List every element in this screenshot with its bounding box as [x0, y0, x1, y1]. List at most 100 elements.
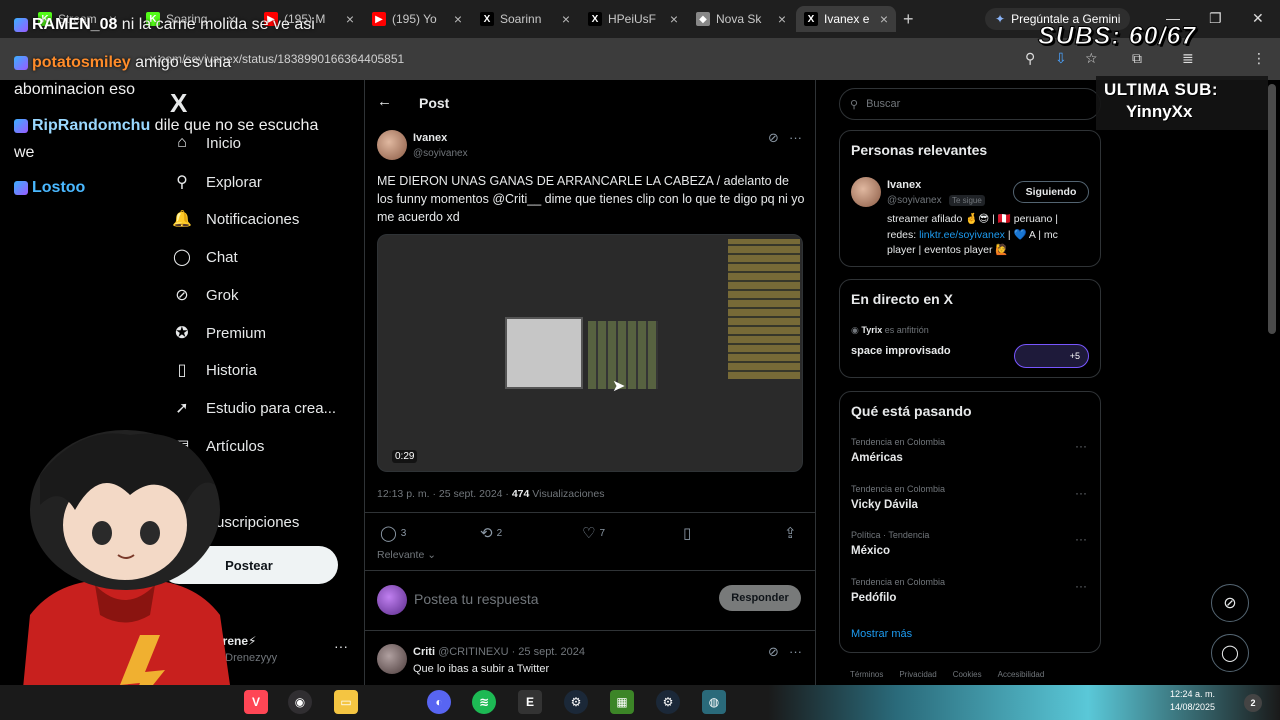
- folder-icon[interactable]: ▭: [334, 690, 358, 714]
- bookmark-action[interactable]: ▯: [683, 524, 691, 542]
- system-clock[interactable]: 12:24 a. m. 14/08/2025: [1170, 688, 1215, 714]
- tab-close-icon[interactable]: ×: [346, 11, 354, 27]
- nav-item-historia[interactable]: ▯ Historia: [172, 360, 257, 380]
- relevant-name[interactable]: Ivanex: [887, 179, 921, 191]
- tab-close-icon[interactable]: ×: [670, 11, 678, 27]
- reply-avatar[interactable]: [377, 644, 407, 674]
- minecraft-icon[interactable]: ▦: [610, 690, 634, 714]
- trend-name[interactable]: Vicky Dávila: [851, 499, 918, 511]
- browser-tab[interactable]: X Ivanex e ×: [796, 6, 896, 32]
- extensions-icon[interactable]: ⧉: [1132, 50, 1142, 67]
- trend-name[interactable]: Pedófilo: [851, 592, 896, 604]
- epic-games-icon[interactable]: E: [518, 690, 542, 714]
- reply-grok-icon[interactable]: ⊘: [768, 644, 779, 660]
- nav-item-notificaciones[interactable]: 🔔 Notificaciones: [172, 209, 299, 229]
- chat-message: we: [14, 144, 34, 162]
- reply-text: Que lo ibas a subir a Twitter: [413, 663, 550, 675]
- video-player[interactable]: 0:29: [377, 234, 803, 472]
- obs-icon[interactable]: ◉: [288, 690, 312, 714]
- page-scrollbar[interactable]: [1268, 84, 1276, 334]
- zoom-icon[interactable]: ⚲: [1025, 50, 1035, 67]
- more-options-icon[interactable]: ···: [789, 130, 802, 145]
- last-sub-label: ULTIMA SUB:: [1104, 80, 1219, 99]
- author-handle[interactable]: @soyivanex: [413, 148, 468, 159]
- show-more-link[interactable]: Mostrar más: [851, 628, 912, 640]
- tab-close-icon[interactable]: ×: [778, 11, 786, 27]
- trend-name[interactable]: Américas: [851, 452, 903, 464]
- trend-more-icon[interactable]: ···: [1075, 486, 1087, 500]
- share-icon: ⇪: [784, 525, 797, 542]
- reply-input[interactable]: Postea tu respuesta: [414, 591, 539, 607]
- repost-action[interactable]: ⟲ 2: [480, 524, 502, 542]
- space-title[interactable]: space improvisado: [851, 345, 951, 357]
- browser-tab[interactable]: ◆ Nova Sk ×: [688, 6, 794, 32]
- trend-name[interactable]: México: [851, 545, 890, 557]
- menu-icon[interactable]: ⋮: [1252, 50, 1266, 67]
- star-icon[interactable]: ☆: [1085, 50, 1098, 67]
- install-app-icon[interactable]: ⇩: [1055, 50, 1067, 67]
- valorant-icon[interactable]: V: [244, 690, 268, 714]
- x-logo-icon[interactable]: X: [170, 88, 187, 119]
- nav-item-premium[interactable]: ✪ Premium: [172, 323, 266, 343]
- new-tab-button[interactable]: +: [903, 9, 914, 30]
- chat-text: amigo es una: [130, 54, 232, 71]
- vtuber-avatar: [20, 430, 235, 720]
- space-listeners-pill[interactable]: +5: [1014, 344, 1089, 368]
- spotify-icon[interactable]: ≋: [472, 690, 496, 714]
- media-icon[interactable]: ≣: [1182, 50, 1194, 67]
- trend-more-icon[interactable]: ···: [1075, 439, 1087, 453]
- reply-button[interactable]: Responder: [719, 585, 801, 611]
- author-avatar[interactable]: [377, 130, 407, 160]
- share-action[interactable]: ⇪: [784, 524, 797, 542]
- nav-item-grok[interactable]: ⊘ Grok: [172, 285, 238, 305]
- maximize-button[interactable]: ❐: [1209, 10, 1222, 27]
- relevance-dropdown[interactable]: Relevante ⌄: [377, 549, 436, 561]
- account-more-icon[interactable]: ···: [334, 638, 348, 654]
- divider: [364, 570, 816, 571]
- bookmark-icon: ▯: [177, 362, 187, 379]
- relevant-avatar[interactable]: [851, 177, 881, 207]
- author-name[interactable]: Ivanex: [413, 132, 447, 144]
- reply-author[interactable]: Criti @CRITINEXU · 25 sept. 2024: [413, 646, 585, 658]
- browser-tab[interactable]: X HPeiUsF ×: [580, 6, 686, 32]
- relevant-bio: streamer afilado 🤞😎 | 🇵🇪 peruano | redes…: [887, 213, 1058, 256]
- video-frame-inventory: [505, 317, 583, 389]
- reply-action[interactable]: ◯ 3: [380, 524, 406, 542]
- messages-fab-button[interactable]: ◯: [1211, 634, 1249, 672]
- footer-link[interactable]: Términos: [850, 670, 883, 679]
- browser-tab[interactable]: ▶ (195) Yo ×: [364, 6, 470, 32]
- footer-link[interactable]: Accesibilidad: [998, 670, 1045, 679]
- follows-you-badge: Te sigue: [949, 195, 985, 206]
- grok-fab-button[interactable]: ⊘: [1211, 584, 1249, 622]
- grok-icon[interactable]: ⊘: [768, 130, 779, 146]
- tab-close-icon[interactable]: ×: [880, 11, 888, 27]
- last-sub-name: YinnyXx: [1126, 102, 1193, 121]
- tab-label: Nova Sk: [716, 12, 762, 26]
- steam-icon[interactable]: ⚙: [656, 690, 680, 714]
- nav-item-chat[interactable]: ◯ Chat: [172, 247, 238, 267]
- trend-more-icon[interactable]: ···: [1075, 579, 1087, 593]
- back-arrow-icon[interactable]: ←: [377, 93, 392, 110]
- nav-label: Premium: [206, 324, 267, 342]
- like-action[interactable]: ♡ 7: [582, 524, 605, 542]
- bio-link[interactable]: linktr.ee/soyivanex: [919, 229, 1005, 241]
- footer-link[interactable]: Privacidad: [899, 670, 936, 679]
- nav-item-inicio[interactable]: ⌂ Inicio: [172, 134, 241, 152]
- search-input[interactable]: ⚲ Buscar: [839, 88, 1101, 120]
- reply-more-icon[interactable]: ···: [789, 644, 802, 659]
- following-button[interactable]: Siguiendo: [1013, 181, 1089, 203]
- browser-icon[interactable]: ◍: [702, 690, 726, 714]
- discord-icon[interactable]: ◐: [427, 690, 451, 714]
- footer-link[interactable]: Cookies: [953, 670, 982, 679]
- notifications-badge[interactable]: 2: [1244, 694, 1262, 712]
- tab-close-icon[interactable]: ×: [454, 11, 462, 27]
- tab-close-icon[interactable]: ×: [562, 11, 570, 27]
- close-window-button[interactable]: ✕: [1252, 10, 1264, 27]
- relevant-handle: @soyivanex: [887, 195, 942, 206]
- x-favicon: X: [588, 12, 602, 26]
- chat-badge-icon: [14, 180, 28, 195]
- nav-item-explorar[interactable]: ⚲ Explorar: [172, 172, 262, 192]
- browser-tab[interactable]: X Soarinn ×: [472, 6, 578, 32]
- trend-more-icon[interactable]: ···: [1075, 532, 1087, 546]
- steam-icon[interactable]: ⚙: [564, 690, 588, 714]
